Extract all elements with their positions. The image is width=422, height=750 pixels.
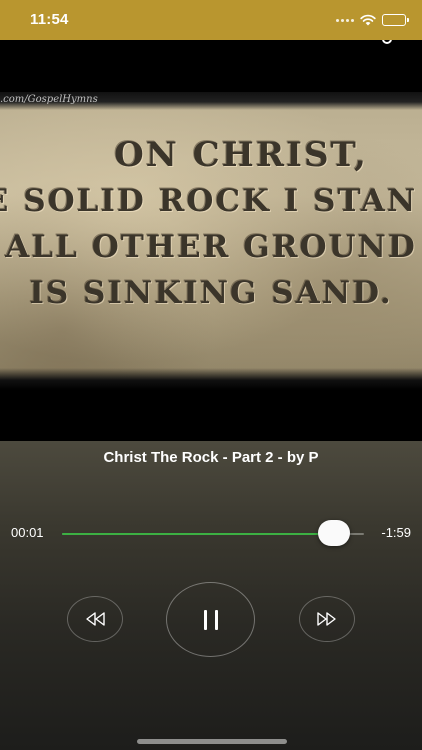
- progress-fill: [62, 533, 334, 535]
- fast-forward-button[interactable]: [299, 596, 355, 642]
- share-icon[interactable]: [382, 40, 392, 44]
- pause-button[interactable]: [166, 582, 255, 657]
- progress-thumb[interactable]: [318, 520, 350, 546]
- artwork-line: E SOLID ROCK I STAN: [0, 183, 418, 219]
- signal-icon: [336, 18, 354, 22]
- fast-forward-icon: [317, 612, 336, 626]
- rewind-button[interactable]: [67, 596, 123, 642]
- album-artwork: .com/GospelHymns ON CHRIST, E SOLID ROCK…: [0, 92, 422, 390]
- artwork-text: ON CHRIST, E SOLID ROCK I STAN ALL OTHER…: [0, 132, 422, 316]
- wifi-icon: [360, 14, 376, 26]
- artwork-line: ON CHRIST,: [114, 135, 368, 175]
- artwork-watermark: .com/GospelHymns: [0, 94, 98, 105]
- elapsed-time: 00:01: [11, 525, 44, 540]
- rewind-icon: [86, 612, 105, 626]
- player-panel: Christ The Rock - Part 2 - by P 00:01 -1…: [0, 441, 422, 750]
- artwork-area: .com/GospelHymns ON CHRIST, E SOLID ROCK…: [0, 40, 422, 441]
- status-icons: [336, 12, 409, 28]
- status-bar: 11:54: [0, 0, 422, 40]
- remaining-time: -1:59: [381, 525, 411, 540]
- track-title: Christ The Rock - Part 2 - by P: [103, 449, 319, 466]
- status-time: 11:54: [30, 11, 69, 28]
- battery-icon: [382, 14, 409, 26]
- progress-slider[interactable]: [62, 520, 364, 546]
- pause-icon: [203, 609, 218, 630]
- artwork-line: IS SINKING SAND.: [29, 275, 393, 311]
- home-indicator[interactable]: [137, 739, 287, 744]
- artwork-line: ALL OTHER GROUND: [5, 229, 417, 265]
